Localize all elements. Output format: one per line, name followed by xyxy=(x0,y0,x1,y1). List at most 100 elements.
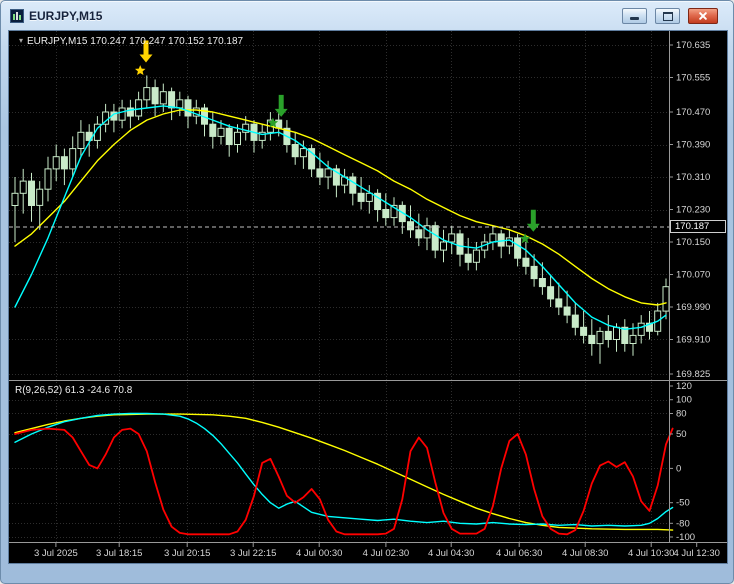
candle-body xyxy=(415,229,423,239)
candle-body xyxy=(19,180,27,194)
price-axis-label: 170.555 xyxy=(676,73,710,84)
candle-body xyxy=(472,249,480,263)
candle-body xyxy=(69,148,77,170)
candle-body xyxy=(448,233,456,243)
candle-body xyxy=(316,168,324,178)
price-axis-label: 170.470 xyxy=(676,107,710,118)
candle-body xyxy=(538,278,546,288)
candle-body xyxy=(225,127,233,146)
price-axis-label: 170.070 xyxy=(676,270,710,281)
maximize-icon xyxy=(662,11,673,21)
time-axis-label: 4 Jul 06:30 xyxy=(496,548,542,559)
time-axis-label: 4 Jul 02:30 xyxy=(363,548,409,559)
candle-body xyxy=(365,192,373,202)
candle-body xyxy=(456,233,464,255)
candle-body xyxy=(662,286,670,312)
current-price-tag: 170.187 xyxy=(670,220,726,233)
price-axis-label: 170.310 xyxy=(676,172,710,183)
time-axis-label: 4 Jul 12:30 xyxy=(673,548,719,559)
candle-body xyxy=(555,298,563,308)
candle-body xyxy=(349,176,357,194)
price-axis-label: 170.635 xyxy=(676,40,710,51)
candle-body xyxy=(514,237,522,259)
candle-body xyxy=(604,330,612,340)
ohlc-label: ▾ EURJPY,M15 170.247 170.247 170.152 170.… xyxy=(19,36,243,47)
indicator-axis-label: -100 xyxy=(676,532,695,543)
indicator-axis-label: 100 xyxy=(676,395,692,406)
candle-body xyxy=(52,156,60,170)
candle-body xyxy=(497,233,505,247)
signal-star-icon[interactable] xyxy=(135,65,146,75)
indicator-axis-label: -80 xyxy=(676,518,690,529)
price-axis-label: 169.825 xyxy=(676,369,710,380)
candle-body xyxy=(291,144,299,158)
candle-body xyxy=(580,326,588,336)
window-controls xyxy=(622,8,718,24)
price-axis-label: 170.150 xyxy=(676,237,710,248)
signal-arrow-down-icon[interactable] xyxy=(274,94,288,117)
indicator-axis-label: 120 xyxy=(676,381,692,392)
close-button[interactable] xyxy=(688,8,718,24)
candle-body xyxy=(209,123,217,137)
candle-body xyxy=(489,233,497,243)
candle-body xyxy=(382,209,390,219)
time-axis-label: 3 Jul 18:15 xyxy=(96,548,142,559)
candle-body xyxy=(184,99,192,117)
candle-body xyxy=(151,87,159,105)
price-axis-label: 169.910 xyxy=(676,335,710,346)
price-axis-label: 169.990 xyxy=(676,302,710,313)
signal-arrow-down-icon[interactable] xyxy=(526,209,540,232)
candle-body xyxy=(407,221,414,231)
indicator-yellow-line xyxy=(14,413,674,531)
candle-body xyxy=(547,286,555,300)
candle-body xyxy=(11,192,19,207)
price-axis-label: 170.230 xyxy=(676,205,710,216)
candle-body xyxy=(629,334,637,344)
candle-body xyxy=(143,87,151,101)
candle-body xyxy=(135,99,143,117)
minimize-button[interactable] xyxy=(622,8,647,24)
time-axis-label: 4 Jul 10:30 xyxy=(628,548,674,559)
candle-body xyxy=(530,265,538,280)
minimize-icon xyxy=(630,17,639,20)
chart-area[interactable]: 170.635 170.555 170.470 170.390 170.310 170.2… xyxy=(8,30,728,564)
candle-body xyxy=(440,241,447,251)
candle-body xyxy=(571,314,579,328)
indicator-axis-label: 50 xyxy=(676,429,687,440)
ma-fast-cyan-line xyxy=(14,105,667,330)
maximize-button[interactable] xyxy=(655,8,680,24)
candle-body xyxy=(168,91,176,109)
candle-body xyxy=(36,188,44,206)
candle-body xyxy=(522,257,530,267)
price-axis-label: 170.390 xyxy=(676,140,710,151)
chart-canvas[interactable]: 170.635 170.555 170.470 170.390 170.310 170.2… xyxy=(9,31,727,563)
window-chart-icon xyxy=(10,9,24,23)
time-axis-label: 4 Jul 04:30 xyxy=(428,548,474,559)
time-axis-label: 3 Jul 20:15 xyxy=(164,548,210,559)
candle-body xyxy=(28,180,35,207)
candle-body xyxy=(637,322,645,336)
candle-body xyxy=(159,91,167,105)
indicator-axis-label: 80 xyxy=(676,409,687,420)
candle-body xyxy=(44,168,52,190)
candle-body xyxy=(464,253,472,263)
indicator-axis-label: 0 xyxy=(676,463,681,474)
candle-body xyxy=(217,127,225,137)
candle-body xyxy=(176,99,184,109)
ma-slow-yellow-line xyxy=(14,109,667,306)
close-icon xyxy=(698,11,708,21)
candle-body xyxy=(613,326,620,340)
time-axis-label: 3 Jul 22:15 xyxy=(230,548,276,559)
time-axis-label: 4 Jul 08:30 xyxy=(562,548,608,559)
indicator-axis-label: -50 xyxy=(676,498,690,509)
candle-body xyxy=(357,192,365,202)
indicator-label: R(9,26,52) 61.3 -24.6 70.8 xyxy=(15,385,133,396)
candle-body xyxy=(299,148,307,158)
titlebar[interactable]: EURJPY,M15 xyxy=(1,1,733,31)
ohlc-text: EURJPY,M15 170.247 170.247 170.152 170.1… xyxy=(27,36,244,47)
candle-body xyxy=(77,131,85,150)
candle-body xyxy=(118,107,126,121)
collapse-symbol-panel-icon[interactable]: ▾ xyxy=(19,36,23,45)
candle-body xyxy=(596,330,604,345)
chart-window: EURJPY,M15 170.635 170.555 170.470 170.390 1… xyxy=(0,0,734,584)
